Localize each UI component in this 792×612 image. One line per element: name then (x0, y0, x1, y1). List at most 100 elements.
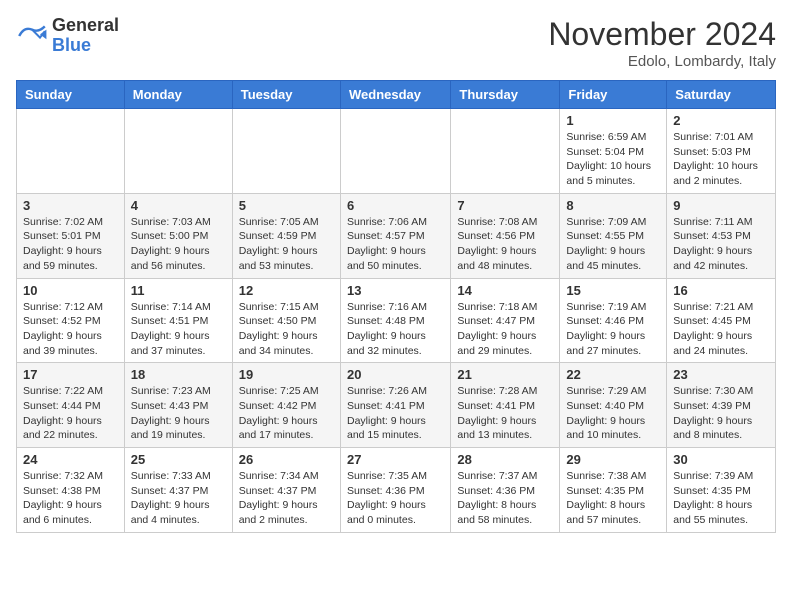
month-title: November 2024 (548, 16, 776, 53)
day-number: 12 (239, 283, 334, 298)
weekday-header-monday: Monday (124, 81, 232, 109)
day-info: Sunrise: 7:33 AM Sunset: 4:37 PM Dayligh… (131, 469, 226, 528)
location-title: Edolo, Lombardy, Italy (548, 53, 776, 70)
calendar-cell: 29 Sunrise: 7:38 AM Sunset: 4:35 PM Dayli… (560, 448, 667, 533)
day-info: Sunrise: 7:18 AM Sunset: 4:47 PM Dayligh… (457, 300, 553, 359)
weekday-header-friday: Friday (560, 81, 667, 109)
day-info: Sunrise: 7:28 AM Sunset: 4:41 PM Dayligh… (457, 384, 553, 443)
calendar-cell: 30 Sunrise: 7:39 AM Sunset: 4:35 PM Dayli… (667, 448, 776, 533)
day-info: Sunrise: 7:39 AM Sunset: 4:35 PM Dayligh… (673, 469, 769, 528)
calendar-cell: 27Sunrise: 7:35 AM Sunset: 4:36 PM Dayli… (340, 448, 450, 533)
day-number: 16 (673, 283, 769, 298)
calendar-cell: 18 Sunrise: 7:23 AM Sunset: 4:43 PM Dayli… (124, 363, 232, 448)
day-info: Sunrise: 7:12 AM Sunset: 4:52 PM Dayligh… (23, 300, 118, 359)
day-info: Sunrise: 7:30 AM Sunset: 4:39 PM Dayligh… (673, 384, 769, 443)
day-info: Sunrise: 7:03 AM Sunset: 5:00 PM Dayligh… (131, 215, 226, 274)
day-info: Sunrise: 7:21 AM Sunset: 4:45 PM Dayligh… (673, 300, 769, 359)
calendar-cell: 17 Sunrise: 7:22 AM Sunset: 4:44 PM Dayli… (17, 363, 125, 448)
day-info: Sunrise: 7:34 AM Sunset: 4:37 PM Dayligh… (239, 469, 334, 528)
calendar-cell: 1Sunrise: 6:59 AM Sunset: 5:04 PM Daylig… (560, 109, 667, 194)
day-number: 3 (23, 198, 118, 213)
day-info: Sunrise: 7:09 AM Sunset: 4:55 PM Dayligh… (566, 215, 660, 274)
day-number: 25 (131, 452, 226, 467)
day-number: 5 (239, 198, 334, 213)
calendar-cell: 5 Sunrise: 7:05 AM Sunset: 4:59 PM Daylig… (232, 193, 340, 278)
calendar-cell: 16 Sunrise: 7:21 AM Sunset: 4:45 PM Dayli… (667, 278, 776, 363)
day-number: 19 (239, 367, 334, 382)
calendar-cell (451, 109, 560, 194)
calendar-cell: 26 Sunrise: 7:34 AM Sunset: 4:37 PM Dayli… (232, 448, 340, 533)
calendar-cell: 14 Sunrise: 7:18 AM Sunset: 4:47 PM Dayli… (451, 278, 560, 363)
day-info: Sunrise: 7:05 AM Sunset: 4:59 PM Dayligh… (239, 215, 334, 274)
day-info: Sunrise: 7:06 AM Sunset: 4:57 PM Dayligh… (347, 215, 444, 274)
calendar-row-2: 10 Sunrise: 7:12 AM Sunset: 4:52 PM Dayli… (17, 278, 776, 363)
calendar-cell: 7 Sunrise: 7:08 AM Sunset: 4:56 PM Daylig… (451, 193, 560, 278)
day-number: 4 (131, 198, 226, 213)
day-number: 21 (457, 367, 553, 382)
calendar-cell: 8Sunrise: 7:09 AM Sunset: 4:55 PM Daylig… (560, 193, 667, 278)
day-info: Sunrise: 7:32 AM Sunset: 4:38 PM Dayligh… (23, 469, 118, 528)
day-info: Sunrise: 7:19 AM Sunset: 4:46 PM Dayligh… (566, 300, 660, 359)
calendar-row-3: 17 Sunrise: 7:22 AM Sunset: 4:44 PM Dayli… (17, 363, 776, 448)
calendar-cell: 19 Sunrise: 7:25 AM Sunset: 4:42 PM Dayli… (232, 363, 340, 448)
title-area: November 2024 Edolo, Lombardy, Italy (548, 16, 776, 70)
calendar-cell (124, 109, 232, 194)
calendar-cell: 21 Sunrise: 7:28 AM Sunset: 4:41 PM Dayli… (451, 363, 560, 448)
weekday-header-tuesday: Tuesday (232, 81, 340, 109)
calendar-cell: 25 Sunrise: 7:33 AM Sunset: 4:37 PM Dayli… (124, 448, 232, 533)
calendar-cell: 10 Sunrise: 7:12 AM Sunset: 4:52 PM Dayli… (17, 278, 125, 363)
day-info: Sunrise: 7:23 AM Sunset: 4:43 PM Dayligh… (131, 384, 226, 443)
calendar-cell (17, 109, 125, 194)
day-number: 28 (457, 452, 553, 467)
calendar-cell: 28 Sunrise: 7:37 AM Sunset: 4:36 PM Dayli… (451, 448, 560, 533)
day-info: Sunrise: 7:14 AM Sunset: 4:51 PM Dayligh… (131, 300, 226, 359)
day-info: Sunrise: 7:35 AM Sunset: 4:36 PM Dayligh… (347, 469, 444, 528)
calendar-cell: 22 Sunrise: 7:29 AM Sunset: 4:40 PM Dayli… (560, 363, 667, 448)
logo-blue-text: Blue (52, 36, 119, 56)
day-number: 30 (673, 452, 769, 467)
day-number: 26 (239, 452, 334, 467)
day-number: 13 (347, 283, 444, 298)
day-info: Sunrise: 7:29 AM Sunset: 4:40 PM Dayligh… (566, 384, 660, 443)
day-number: 11 (131, 283, 226, 298)
weekday-header-wednesday: Wednesday (340, 81, 450, 109)
day-number: 22 (566, 367, 660, 382)
header: General Blue November 2024 Edolo, Lombar… (16, 16, 776, 70)
day-info: Sunrise: 7:25 AM Sunset: 4:42 PM Dayligh… (239, 384, 334, 443)
calendar-cell: 4 Sunrise: 7:03 AM Sunset: 5:00 PM Daylig… (124, 193, 232, 278)
day-info: Sunrise: 7:08 AM Sunset: 4:56 PM Dayligh… (457, 215, 553, 274)
calendar-cell (232, 109, 340, 194)
day-number: 24 (23, 452, 118, 467)
logo-icon (16, 20, 48, 52)
weekday-header-sunday: Sunday (17, 81, 125, 109)
day-info: Sunrise: 7:15 AM Sunset: 4:50 PM Dayligh… (239, 300, 334, 359)
calendar-cell: 24 Sunrise: 7:32 AM Sunset: 4:38 PM Dayli… (17, 448, 125, 533)
calendar-row-1: 3Sunrise: 7:02 AM Sunset: 5:01 PM Daylig… (17, 193, 776, 278)
day-number: 20 (347, 367, 444, 382)
day-number: 14 (457, 283, 553, 298)
calendar-cell: 2Sunrise: 7:01 AM Sunset: 5:03 PM Daylig… (667, 109, 776, 194)
logo-general-text: General (52, 16, 119, 36)
calendar-cell (340, 109, 450, 194)
day-number: 18 (131, 367, 226, 382)
calendar-cell: 6 Sunrise: 7:06 AM Sunset: 4:57 PM Daylig… (340, 193, 450, 278)
day-number: 29 (566, 452, 660, 467)
day-number: 23 (673, 367, 769, 382)
day-number: 17 (23, 367, 118, 382)
calendar-cell: 20Sunrise: 7:26 AM Sunset: 4:41 PM Dayli… (340, 363, 450, 448)
weekday-header-saturday: Saturday (667, 81, 776, 109)
day-number: 6 (347, 198, 444, 213)
calendar-cell: 9Sunrise: 7:11 AM Sunset: 4:53 PM Daylig… (667, 193, 776, 278)
day-info: Sunrise: 7:37 AM Sunset: 4:36 PM Dayligh… (457, 469, 553, 528)
day-info: Sunrise: 7:11 AM Sunset: 4:53 PM Dayligh… (673, 215, 769, 274)
day-number: 1 (566, 113, 660, 128)
day-number: 7 (457, 198, 553, 213)
calendar-cell: 13 Sunrise: 7:16 AM Sunset: 4:48 PM Dayli… (340, 278, 450, 363)
day-info: Sunrise: 7:22 AM Sunset: 4:44 PM Dayligh… (23, 384, 118, 443)
day-info: Sunrise: 7:16 AM Sunset: 4:48 PM Dayligh… (347, 300, 444, 359)
logo: General Blue (16, 16, 119, 56)
weekday-header-thursday: Thursday (451, 81, 560, 109)
day-number: 10 (23, 283, 118, 298)
day-info: Sunrise: 7:38 AM Sunset: 4:35 PM Dayligh… (566, 469, 660, 528)
calendar-cell: 3Sunrise: 7:02 AM Sunset: 5:01 PM Daylig… (17, 193, 125, 278)
